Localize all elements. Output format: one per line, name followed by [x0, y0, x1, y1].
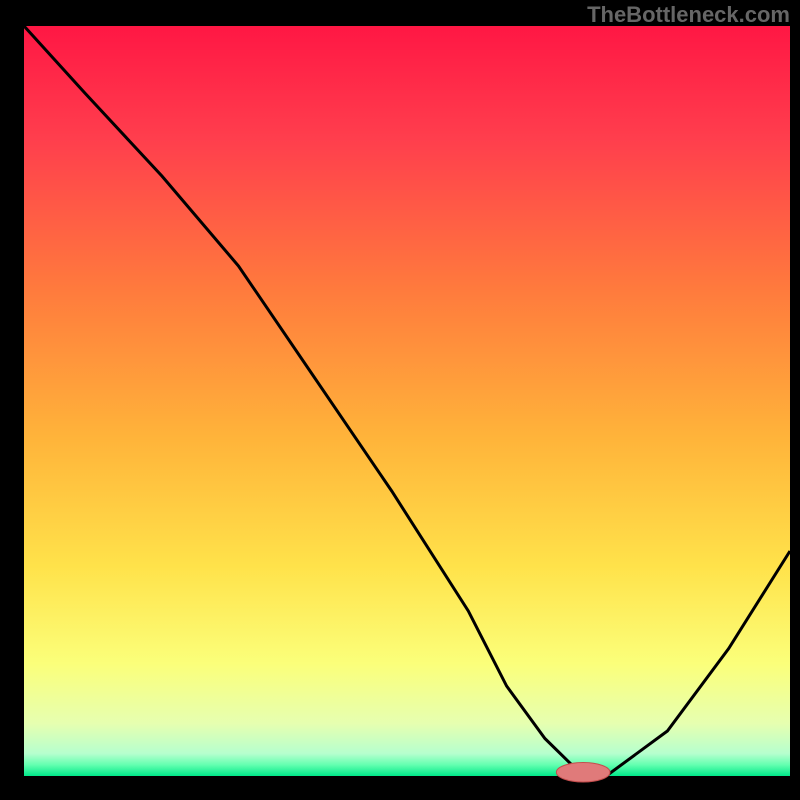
gradient-background [24, 26, 790, 776]
watermark-text: TheBottleneck.com [587, 2, 790, 28]
bottleneck-chart [0, 0, 800, 800]
optimal-marker [556, 763, 610, 783]
chart-frame: TheBottleneck.com [0, 0, 800, 800]
